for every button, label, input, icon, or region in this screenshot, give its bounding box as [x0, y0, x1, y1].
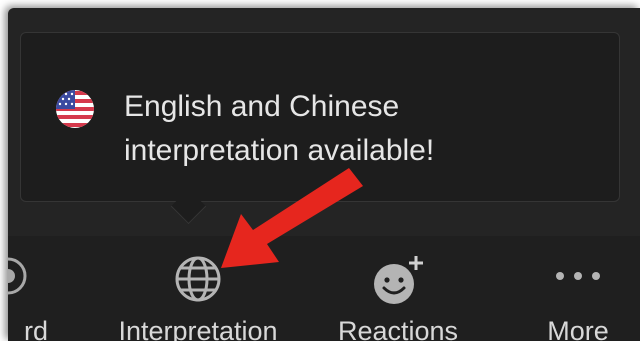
us-flag-icon — [56, 90, 94, 128]
more-dots-icon — [556, 272, 600, 280]
notification-message: English and Chinese interpretation avail… — [124, 85, 604, 173]
more-label: More — [547, 316, 609, 341]
meeting-window: English and Chinese interpretation avail… — [8, 8, 640, 341]
notification-line-1: English and Chinese — [124, 90, 400, 123]
interpretation-label: Interpretation — [118, 316, 278, 341]
notification-line-2: interpretation available! — [124, 134, 435, 167]
record-button[interactable]: rd — [8, 236, 48, 341]
emoji-add-icon — [374, 256, 423, 304]
reactions-label: Reactions — [337, 316, 459, 341]
record-label: rd — [23, 316, 48, 341]
red-arrow-annotation-icon — [221, 168, 363, 268]
record-icon — [8, 257, 27, 295]
more-button[interactable]: More — [528, 236, 628, 341]
